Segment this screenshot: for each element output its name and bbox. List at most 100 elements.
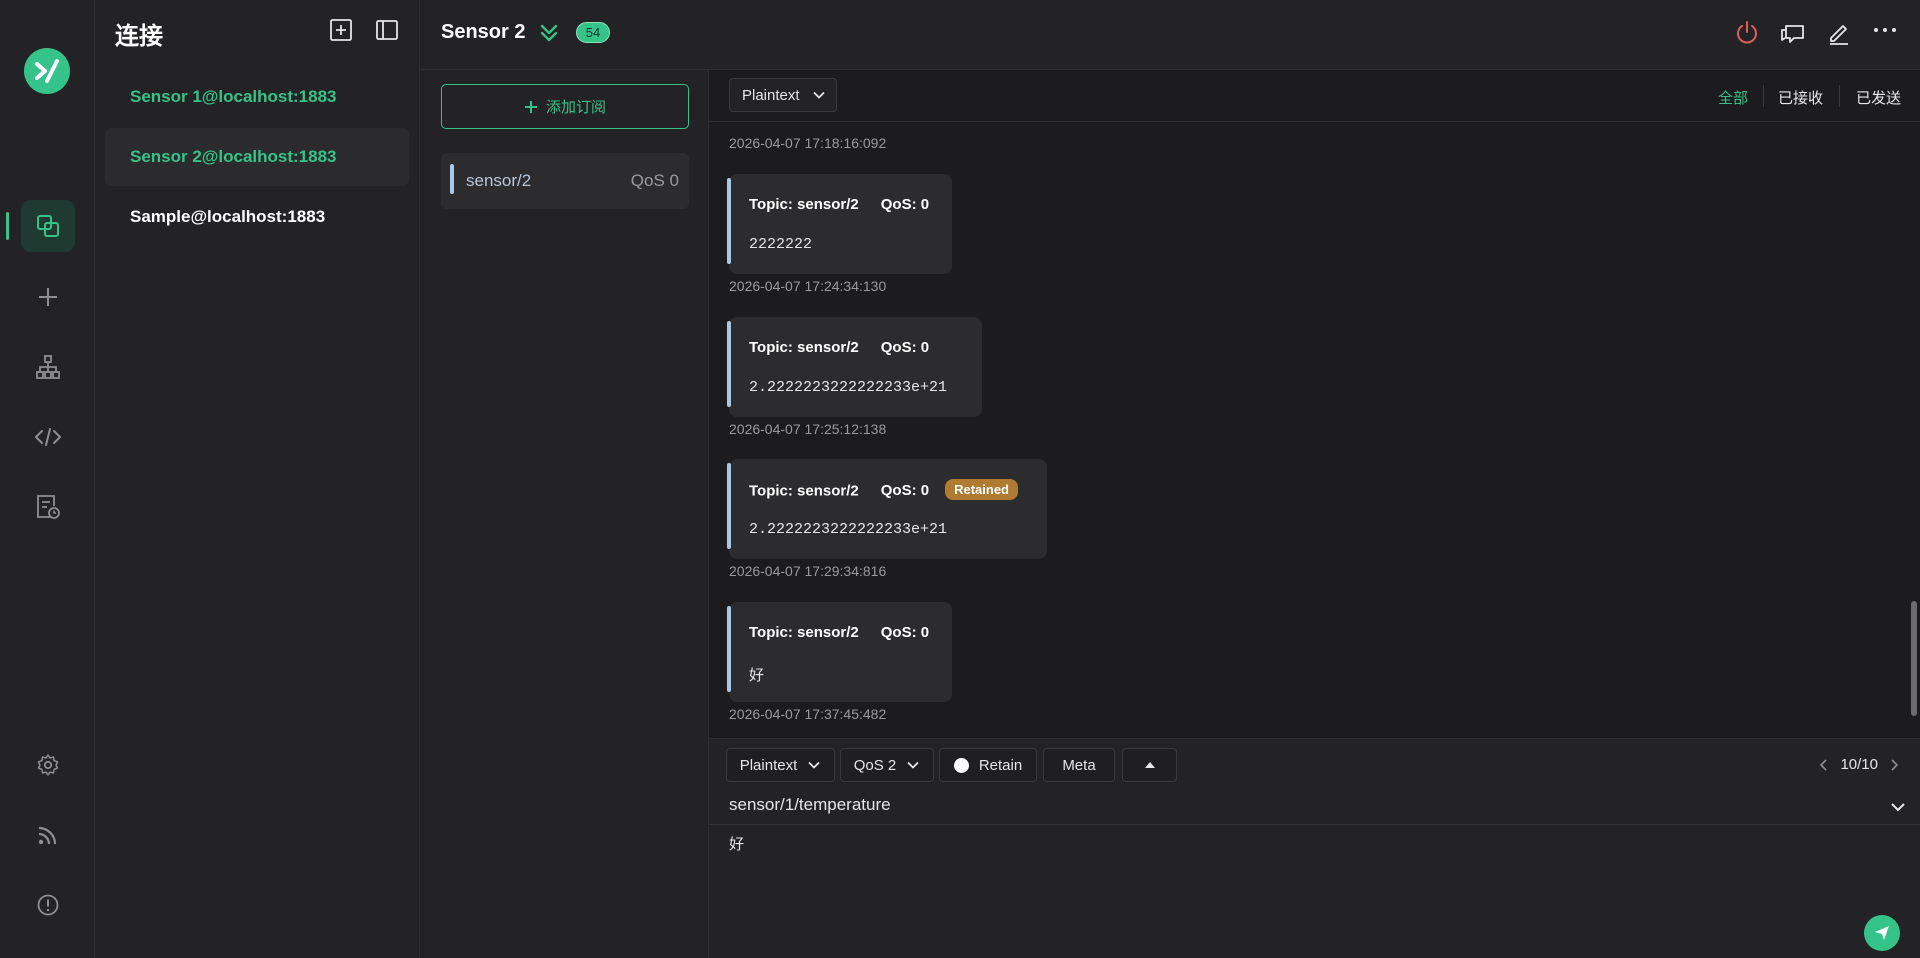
publish-payload-editor[interactable]: 好	[729, 833, 744, 854]
message-time: 2026-04-07 17:29:34:816	[729, 563, 887, 579]
subscription-qos: QoS 0	[630, 171, 679, 190]
subscription-topic: sensor/2	[466, 171, 532, 190]
add-subscription-label: 添加订阅	[545, 98, 606, 116]
message-header: Topic: sensor/2 QoS: 0 Retained	[749, 479, 1018, 502]
publish-qos-select[interactable]: QoS 2	[840, 748, 934, 782]
connection-label: Sensor 1@localhost:1883	[130, 87, 337, 106]
message-qos: QoS: 0	[880, 482, 930, 500]
message-card[interactable]: Topic: sensor/2 QoS: 0 2.2222223222222233…	[727, 317, 982, 417]
connection-label: Sensor 2@localhost:1883	[130, 147, 337, 166]
message-payload: 2222222	[749, 236, 813, 253]
message-color-bar	[727, 606, 731, 692]
plus-icon	[524, 100, 537, 113]
retained-badge: Retained	[945, 479, 1018, 500]
meta-button[interactable]: Meta	[1043, 748, 1115, 782]
connection-item-sensor-2[interactable]: Sensor 2@localhost:1883	[105, 128, 409, 186]
subscription-color-bar	[450, 164, 454, 194]
send-button[interactable]	[1864, 915, 1900, 951]
chevron-left-icon[interactable]	[1818, 758, 1830, 772]
icon-rail	[0, 0, 95, 958]
double-chevron-down-icon	[540, 24, 558, 42]
payload-format-value: Plaintext	[742, 86, 800, 104]
app-logo	[24, 48, 70, 94]
meta-label: Meta	[1062, 756, 1096, 774]
filter-all-tab[interactable]: 全部	[1718, 87, 1748, 108]
rss-nav-button[interactable]	[21, 809, 75, 861]
message-qos: QoS: 0	[880, 339, 930, 356]
connection-item-sensor-1[interactable]: Sensor 1@localhost:1883	[105, 68, 409, 126]
script-icon	[35, 428, 61, 446]
subscriptions-panel: 添加订阅 sensor/2 QoS 0	[420, 70, 709, 958]
rss-icon	[38, 826, 57, 845]
more-horizontal-icon	[1874, 28, 1896, 32]
new-window-button[interactable]	[1780, 20, 1806, 46]
log-nav-button[interactable]	[21, 481, 75, 533]
message-payload: 2.2222223222222233e+21	[749, 521, 948, 538]
chevron-right-icon[interactable]	[1888, 758, 1900, 772]
retain-radio	[953, 757, 969, 773]
connections-nav-button[interactable]	[21, 200, 75, 252]
log-icon	[37, 495, 60, 519]
publish-topic-input[interactable]: sensor/1/temperature	[729, 795, 891, 815]
info-icon	[37, 894, 59, 916]
message-header: Topic: sensor/2 QoS: 0	[749, 196, 929, 213]
script-nav-button[interactable]	[21, 411, 75, 463]
chevron-down-icon	[808, 761, 820, 769]
retain-toggle[interactable]: Retain	[939, 748, 1037, 782]
message-card[interactable]: Topic: sensor/2 QoS: 0 2222222	[727, 174, 952, 274]
new-connection-nav-button[interactable]	[21, 271, 75, 323]
connection-item-sample[interactable]: Sample@localhost:1883	[105, 188, 409, 246]
chevron-down-icon	[812, 91, 825, 99]
filter-sent-tab[interactable]: 已发送	[1856, 87, 1901, 108]
send-icon	[1875, 926, 1889, 940]
add-subscription-button[interactable]: 添加订阅	[441, 84, 689, 129]
collapse-toggle[interactable]	[538, 22, 560, 44]
message-qos: QoS: 0	[880, 196, 930, 213]
edit-connection-button[interactable]	[1826, 20, 1852, 46]
message-time: 2026-04-07 17:25:12:138	[729, 421, 887, 437]
message-scrollbar[interactable]	[1911, 601, 1917, 716]
active-indicator	[6, 212, 9, 240]
message-header: Topic: sensor/2 QoS: 0	[749, 339, 929, 356]
toggle-sidebar-button[interactable]	[375, 18, 399, 42]
filter-divider	[1839, 85, 1840, 107]
publish-format-value: Plaintext	[739, 756, 798, 774]
plus-icon	[39, 288, 57, 306]
chevron-down-icon	[1891, 803, 1905, 812]
mqttx-logo-icon	[35, 59, 59, 83]
topic-history-toggle[interactable]	[1890, 799, 1906, 815]
new-connection-button[interactable]	[329, 18, 353, 42]
disconnect-button[interactable]	[1734, 20, 1760, 46]
settings-nav-button[interactable]	[21, 739, 75, 791]
about-nav-button[interactable]	[21, 879, 75, 931]
subscription-item[interactable]: sensor/2 QoS 0	[441, 153, 689, 209]
connection-title: Sensor 2	[441, 21, 526, 43]
message-time: 2026-04-07 17:37:45:482	[729, 706, 887, 722]
sidebar-toggle-icon	[376, 20, 398, 40]
connections-panel: 连接 Sensor 1@localhost:1883 Sensor 2@loca…	[95, 0, 420, 958]
publish-format-select[interactable]: Plaintext	[726, 748, 835, 782]
connection-header: Sensor 2 54	[420, 0, 1920, 70]
edit-icon	[1830, 25, 1848, 45]
message-time: 2026-04-07 17:18:16:092	[729, 135, 887, 151]
filter-divider	[1763, 85, 1764, 107]
payload-format-select[interactable]: Plaintext	[729, 78, 837, 112]
message-card[interactable]: Topic: sensor/2 QoS: 0 好	[727, 602, 952, 702]
add-box-icon	[330, 19, 352, 41]
chevron-down-icon	[907, 761, 919, 769]
more-options-button[interactable]	[1872, 20, 1898, 46]
message-color-bar	[727, 463, 731, 549]
message-topic: Topic: sensor/2	[749, 196, 859, 213]
message-payload: 好	[749, 666, 765, 684]
caret-up-icon	[1144, 762, 1155, 768]
topology-nav-button[interactable]	[21, 341, 75, 393]
connection-label: Sample@localhost:1883	[130, 207, 326, 226]
publish-composer: Plaintext QoS 2 Retain Meta 10/10 sensor…	[709, 738, 1920, 958]
message-list-area: Plaintext 全部 已接收 已发送 2026-04-07 17:18:16…	[709, 70, 1920, 738]
filter-received-tab[interactable]: 已接收	[1778, 87, 1823, 108]
message-color-bar	[727, 178, 731, 264]
expand-button[interactable]	[1122, 748, 1177, 782]
pager-value: 10/10	[1840, 756, 1878, 773]
message-card[interactable]: Topic: sensor/2 QoS: 0 Retained 2.22222232…	[727, 459, 1047, 559]
connections-title: 连接	[115, 22, 163, 50]
